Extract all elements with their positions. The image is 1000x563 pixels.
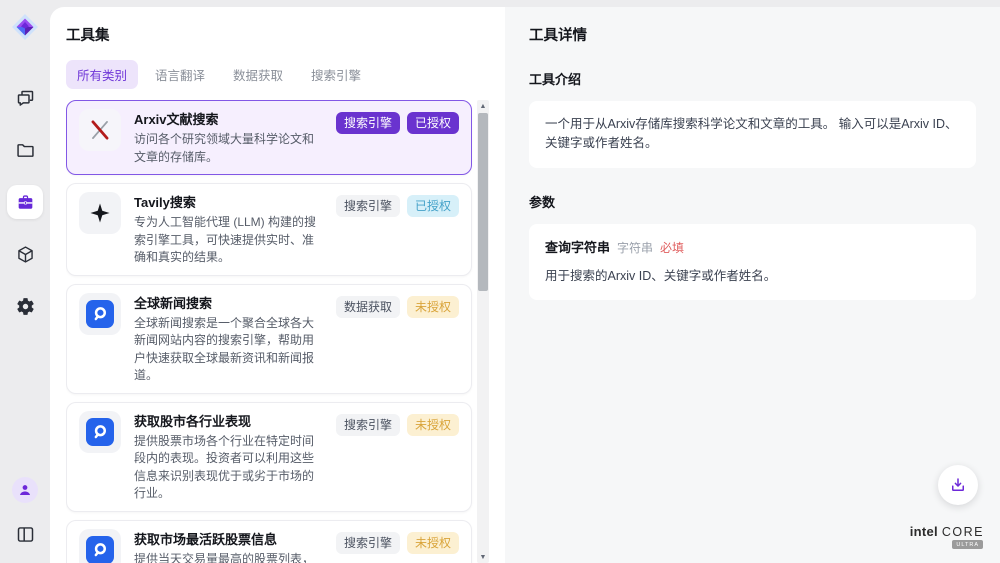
stock-search-logo-icon — [86, 536, 114, 563]
sidebar — [0, 0, 50, 563]
download-icon — [949, 476, 967, 494]
param-card: 查询字符串 字符串 必填 用于搜索的Arxiv ID、关键字或作者姓名。 — [529, 224, 976, 301]
main-container: 工具集 所有类别 语言翻译 数据获取 搜索引擎 — [50, 7, 1000, 563]
tab-all-categories[interactable]: 所有类别 — [66, 60, 138, 89]
param-name: 查询字符串 — [545, 238, 610, 258]
tool-card-sector-performance[interactable]: 获取股市各行业表现 提供股票市场各个行业在特定时间段内的表现。投资者可以利用这些… — [66, 402, 472, 512]
arxiv-logo-icon — [79, 109, 121, 151]
tool-description: 全球新闻搜索是一个聚合全球各大新闻网站内容的搜索引擎，帮助用户快速获取全球最新资… — [134, 315, 323, 385]
sidebar-item-panel-toggle[interactable] — [7, 517, 43, 551]
sidebar-item-settings[interactable] — [7, 289, 43, 323]
app-root: 工具集 所有类别 语言翻译 数据获取 搜索引擎 — [0, 0, 1000, 563]
app-logo-icon[interactable] — [11, 13, 39, 41]
tab-data-acquisition[interactable]: 数据获取 — [222, 60, 294, 89]
scrollbar-thumb[interactable] — [478, 113, 488, 291]
tool-description: 专为人工智能代理 (LLM) 构建的搜索引擎工具，可快速提供实时、准确和真实的结… — [134, 214, 323, 267]
user-avatar[interactable] — [12, 477, 38, 503]
tool-list-wrap: Arxiv文献搜索 访问各个研究领域大量科学论文和文章的存储库。 搜索引擎 已授… — [66, 100, 489, 563]
intro-heading: 工具介绍 — [529, 69, 976, 88]
user-icon — [17, 482, 33, 498]
auth-status-badge: 未授权 — [407, 532, 459, 554]
ultra-badge: ULTRA — [952, 540, 983, 549]
category-badge: 搜索引擎 — [336, 112, 400, 134]
tool-name: 获取市场最活跃股票信息 — [134, 531, 323, 549]
tool-description: 提供股票市场各个行业在特定时间段内的表现。投资者可以利用这些信息来识别表现优于或… — [134, 433, 323, 503]
tool-card-active-stocks[interactable]: 获取市场最活跃股票信息 提供当天交易量最高的股票列表，投资者可以利用这些信息来识… — [66, 520, 472, 563]
auth-status-badge: 未授权 — [407, 414, 459, 436]
category-badge: 数据获取 — [336, 296, 400, 318]
briefcase-icon — [15, 192, 36, 213]
tool-name: Tavily搜索 — [134, 194, 323, 212]
intro-card: 一个用于从Arxiv存储库搜索科学论文和文章的工具。 输入可以是Arxiv ID… — [529, 101, 976, 168]
news-search-logo-icon — [86, 300, 114, 328]
download-button[interactable] — [938, 465, 978, 505]
details-title: 工具详情 — [529, 24, 976, 45]
category-tabs: 所有类别 语言翻译 数据获取 搜索引擎 — [66, 60, 489, 89]
tool-details-panel: 工具详情 工具介绍 一个用于从Arxiv存储库搜索科学论文和文章的工具。 输入可… — [505, 7, 1000, 563]
tool-list: Arxiv文献搜索 访问各个研究领域大量科学论文和文章的存储库。 搜索引擎 已授… — [66, 100, 472, 563]
sidebar-item-chat[interactable] — [7, 81, 43, 115]
tool-name: 全球新闻搜索 — [134, 295, 323, 313]
tool-name: 获取股市各行业表现 — [134, 413, 323, 431]
toolset-title: 工具集 — [66, 24, 489, 45]
tab-language-translation[interactable]: 语言翻译 — [144, 60, 216, 89]
sidebar-item-packages[interactable] — [7, 237, 43, 271]
split-panel-icon — [15, 524, 36, 545]
param-description: 用于搜索的Arxiv ID、关键字或作者姓名。 — [545, 267, 960, 286]
core-wordmark: CORE — [942, 525, 984, 539]
tab-search-engine[interactable]: 搜索引擎 — [300, 60, 372, 89]
tool-card-global-news[interactable]: 全球新闻搜索 全球新闻搜索是一个聚合全球各大新闻网站内容的搜索引擎，帮助用户快速… — [66, 284, 472, 394]
scrollbar-up-arrow[interactable]: ▲ — [477, 100, 489, 112]
intel-wordmark: intel — [910, 524, 938, 539]
toolset-panel: 工具集 所有类别 语言翻译 数据获取 搜索引擎 — [50, 7, 505, 563]
tavily-sparkle-icon — [79, 192, 121, 234]
intel-core-logo: intel CORE ULTRA — [910, 524, 984, 549]
list-scrollbar[interactable]: ▲ ▼ — [477, 100, 489, 563]
params-heading: 参数 — [529, 192, 976, 211]
chat-icon — [15, 88, 36, 109]
category-badge: 搜索引擎 — [336, 195, 400, 217]
param-required-label: 必填 — [660, 239, 684, 258]
category-badge: 搜索引擎 — [336, 414, 400, 436]
auth-status-badge: 未授权 — [407, 296, 459, 318]
param-type: 字符串 — [617, 239, 653, 258]
sidebar-item-tools[interactable] — [7, 185, 43, 219]
folder-icon — [15, 140, 36, 161]
tool-name: Arxiv文献搜索 — [134, 111, 323, 129]
tool-description: 访问各个研究领域大量科学论文和文章的存储库。 — [134, 131, 323, 166]
gear-icon — [15, 296, 36, 317]
cube-icon — [15, 244, 36, 265]
tool-card-tavily[interactable]: Tavily搜索 专为人工智能代理 (LLM) 构建的搜索引擎工具，可快速提供实… — [66, 183, 472, 276]
sidebar-item-files[interactable] — [7, 133, 43, 167]
auth-status-badge: 已授权 — [407, 112, 459, 134]
category-badge: 搜索引擎 — [336, 532, 400, 554]
tool-description: 提供当天交易量最高的股票列表，投资者可以利用这些信息来识别流动性强的股票和潜在的… — [134, 551, 323, 563]
auth-status-badge: 已授权 — [407, 195, 459, 217]
tool-card-arxiv[interactable]: Arxiv文献搜索 访问各个研究领域大量科学论文和文章的存储库。 搜索引擎 已授… — [66, 100, 472, 175]
scrollbar-down-arrow[interactable]: ▼ — [477, 551, 489, 563]
stock-search-logo-icon — [86, 418, 114, 446]
